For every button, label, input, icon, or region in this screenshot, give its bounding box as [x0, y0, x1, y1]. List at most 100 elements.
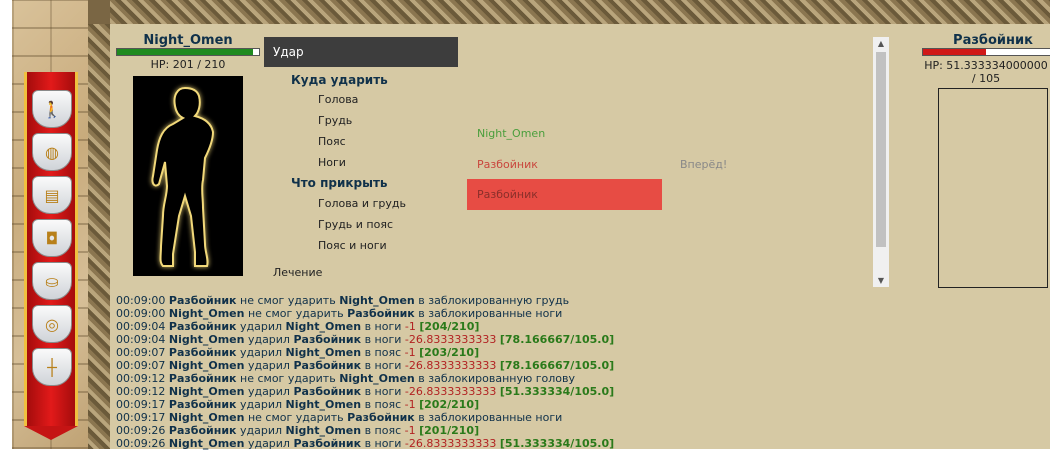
log-verb: ударил	[236, 320, 286, 333]
warrior-icon[interactable]: 🚶	[32, 90, 72, 128]
side-banner: 🚶 ◍ ▤ ◘ ⛀ ◎ ┼	[24, 72, 78, 440]
enemy-avatar	[938, 88, 1048, 288]
enemy-hp-fill	[923, 49, 986, 55]
log-verb: ударил	[236, 398, 286, 411]
log-rest: в пояс	[361, 346, 405, 359]
log-damage: -1	[404, 398, 420, 411]
log-rest: в ноги	[361, 320, 405, 333]
pillar-icon[interactable]: ┼	[32, 348, 72, 386]
log-verb: не смог ударить	[244, 307, 348, 320]
rope-border-top	[88, 0, 1050, 24]
log-target: Разбойник	[293, 359, 362, 372]
log-target: Night_Omen	[285, 320, 362, 333]
log-damage: -26.8333333333	[404, 359, 500, 372]
block-chest-belt[interactable]: Грудь и пояс	[318, 218, 393, 231]
player-hp-bar	[116, 48, 260, 56]
log-verb: ударил	[236, 346, 286, 359]
log-line: 00:09:26 Night_Omen ударил Разбойник в н…	[116, 437, 876, 450]
log-hp: [78.166667/105.0]	[499, 333, 615, 346]
log-attacker: Разбойник	[168, 398, 237, 411]
log-target: Night_Omen	[285, 424, 362, 437]
log-attacker: Night_Omen	[168, 411, 245, 424]
chest-icon[interactable]: ◘	[32, 219, 72, 257]
scroll-thumb[interactable]	[876, 52, 886, 247]
target-enemy-selected[interactable]: Разбойник	[467, 179, 662, 210]
log-verb: ударил	[244, 333, 294, 346]
log-line: 00:09:12 Night_Omen ударил Разбойник в н…	[116, 385, 876, 398]
attack-belt[interactable]: Пояс	[318, 135, 346, 148]
log-line: 00:09:26 Разбойник ударил Night_Omen в п…	[116, 424, 876, 437]
scroll-up-icon[interactable]: ▲	[873, 39, 889, 48]
log-rest: в ноги	[361, 333, 405, 346]
target-self[interactable]: Night_Omen	[477, 127, 545, 140]
log-target: Night_Omen	[339, 372, 415, 385]
log-line: 00:09:00 Night_Omen не смог ударить Разб…	[116, 307, 876, 320]
log-rest: в ноги	[361, 437, 405, 450]
log-target: Night_Omen	[339, 294, 415, 307]
player-name: Night_Omen	[143, 33, 233, 48]
block-belt-legs[interactable]: Пояс и ноги	[318, 239, 387, 252]
log-target: Разбойник	[293, 385, 362, 398]
log-hp: [51.333334/105.0]	[499, 385, 615, 398]
log-target: Разбойник	[347, 307, 415, 320]
scrollbar[interactable]: ▲ ▼	[873, 37, 889, 287]
player-avatar	[133, 76, 243, 276]
log-damage: -1	[404, 320, 420, 333]
log-rest: в пояс	[361, 398, 405, 411]
attack-menu-header[interactable]: Удар	[264, 37, 458, 67]
log-verb: ударил	[244, 359, 294, 372]
log-verb: не смог ударить	[236, 372, 340, 385]
target-enemy[interactable]: Разбойник	[477, 158, 538, 171]
log-hp: [201/210]	[419, 424, 480, 437]
enemy-hp-line1: HP: 51.333334000000	[924, 59, 1048, 72]
log-target: Разбойник	[293, 333, 362, 346]
log-line: 00:09:07 Night_Omen ударил Разбойник в н…	[116, 359, 876, 372]
rope-corner	[88, 0, 110, 24]
log-line: 00:09:07 Разбойник ударил Night_Omen в п…	[116, 346, 876, 359]
log-attacker: Night_Omen	[168, 333, 245, 346]
log-time: 00:09:04	[116, 333, 169, 346]
log-hp: [51.333334/105.0]	[499, 437, 615, 450]
player-hp-fill	[117, 49, 253, 55]
enemy-hp-text: HP: 51.333334000000 / 105	[922, 59, 1050, 85]
heal-button[interactable]: Лечение	[273, 266, 322, 279]
log-rest: в ноги	[361, 359, 405, 372]
log-damage: -26.8333333333	[404, 385, 500, 398]
bag-icon[interactable]: ⛀	[32, 262, 72, 300]
log-target: Разбойник	[293, 437, 362, 450]
log-time: 00:09:12	[116, 385, 169, 398]
block-section-title: Что прикрыть	[291, 176, 388, 190]
enemy-hp-line2: / 105	[971, 72, 1001, 85]
log-attacker: Разбойник	[168, 424, 237, 437]
log-verb: не смог ударить	[236, 294, 340, 307]
log-line: 00:09:17 Night_Omen не смог ударить Разб…	[116, 411, 876, 424]
log-attacker: Night_Omen	[168, 359, 245, 372]
log-verb: ударил	[236, 424, 286, 437]
log-time: 00:09:26	[116, 437, 169, 450]
log-verb: ударил	[244, 385, 294, 398]
coins-icon[interactable]: ◎	[32, 305, 72, 343]
log-time: 00:09:00	[116, 294, 169, 307]
log-target: Night_Omen	[285, 398, 362, 411]
log-attacker: Night_Omen	[168, 437, 245, 450]
attack-head[interactable]: Голова	[318, 93, 358, 106]
attack-legs[interactable]: Ноги	[318, 156, 346, 169]
log-hp: [203/210]	[419, 346, 480, 359]
log-time: 00:09:00	[116, 307, 169, 320]
scroll-down-icon[interactable]: ▼	[873, 276, 889, 285]
log-rest: в заблокированную голову	[414, 372, 576, 385]
log-attacker: Разбойник	[168, 320, 237, 333]
player-hp-text: HP: 201 / 210	[150, 58, 226, 71]
globe-icon[interactable]: ◍	[32, 133, 72, 171]
attack-section-title: Куда ударить	[291, 73, 388, 87]
scroll-icon[interactable]: ▤	[32, 176, 72, 214]
enemy-hp-bar	[922, 48, 1050, 56]
log-line: 00:09:04 Разбойник ударил Night_Omen в н…	[116, 320, 876, 333]
log-time: 00:09:07	[116, 346, 169, 359]
forward-button[interactable]: Вперёд!	[680, 158, 727, 171]
block-head-chest[interactable]: Голова и грудь	[318, 197, 406, 210]
log-rest: в заблокированные ноги	[414, 411, 563, 424]
log-time: 00:09:12	[116, 372, 169, 385]
log-attacker: Разбойник	[168, 294, 237, 307]
attack-chest[interactable]: Грудь	[318, 114, 352, 127]
